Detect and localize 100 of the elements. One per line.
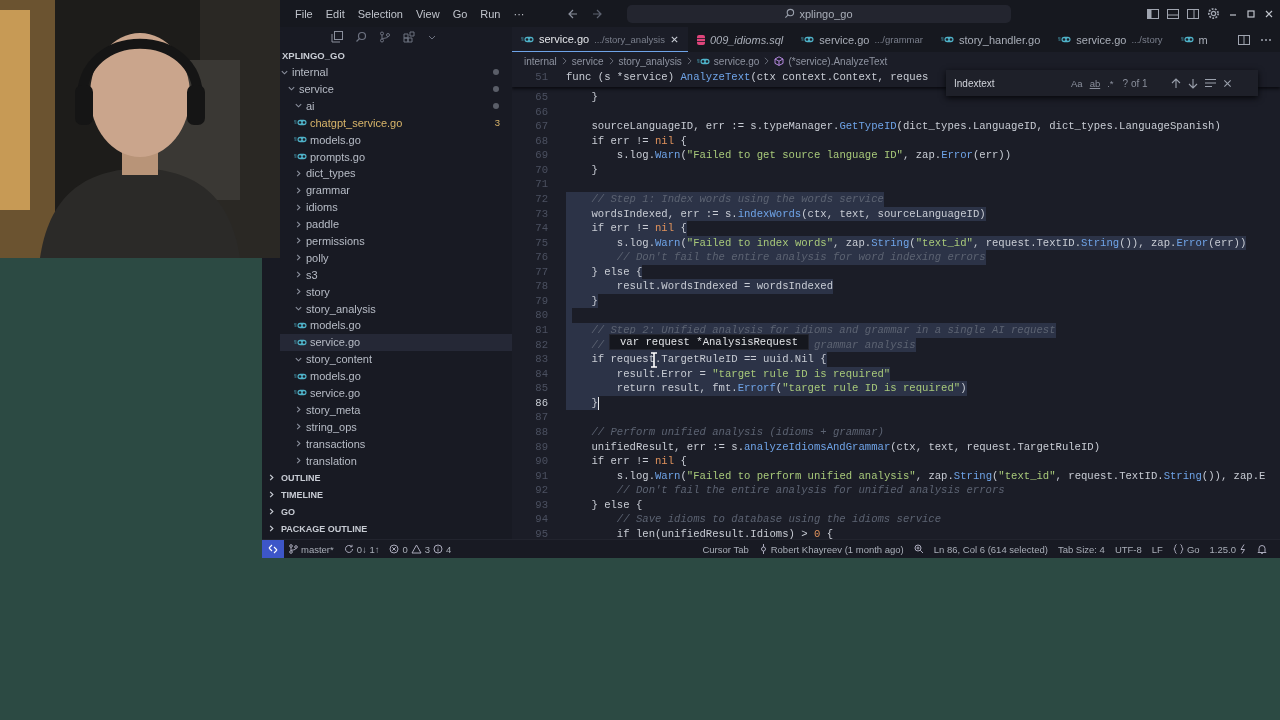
remote-button[interactable] — [262, 540, 284, 558]
status-item[interactable]: Cursor Tab — [697, 543, 754, 555]
explorer-folder[interactable]: story_meta — [280, 401, 512, 419]
explorer-go-source[interactable]: models.go — [280, 131, 512, 149]
explorer-folder[interactable]: story — [280, 283, 512, 301]
modified-dot — [493, 102, 499, 109]
panel-header[interactable]: PACKAGE OUTLINE — [262, 520, 512, 537]
code-line: s.log.Warn("Failed to get source language ID", zap.Error(err)) — [615, 148, 1012, 163]
bell-icon[interactable] — [1257, 544, 1267, 554]
arrow-down-icon[interactable] — [1187, 77, 1198, 89]
copy-icon[interactable] — [331, 30, 343, 43]
panel-header[interactable]: OUTLINE — [262, 469, 512, 486]
find-option-toggle[interactable]: Aa — [1071, 77, 1083, 89]
explorer-folder[interactable]: transactions — [280, 435, 512, 453]
extensions-icon[interactable] — [403, 30, 415, 43]
explorer-folder[interactable]: internal — [280, 63, 512, 81]
explorer-folder[interactable]: story_analysis — [280, 300, 512, 317]
modified-dot — [493, 69, 499, 76]
explorer-folder[interactable]: grammar — [280, 181, 512, 199]
breadcrumb-item[interactable]: service — [571, 55, 604, 67]
explorer-title[interactable]: XPLINGO_GO — [282, 46, 512, 64]
explorer-folder[interactable]: translation — [280, 452, 512, 469]
line-number: 86 — [534, 395, 549, 411]
code-line: if len(unifiedResult.Idioms) > 0 { — [615, 526, 833, 539]
branch-status[interactable]: master* — [284, 543, 339, 555]
back-arrow-icon[interactable] — [566, 7, 579, 20]
split-editor-icon[interactable] — [1238, 33, 1250, 46]
explorer-folder[interactable]: s3 — [280, 266, 512, 284]
explorer-go-source[interactable]: chatgpt_service.go 3 — [280, 114, 512, 132]
explorer-folder[interactable]: service — [280, 80, 512, 98]
status-item[interactable]: UTF-8 — [1109, 543, 1147, 555]
editor-tab[interactable]: m — [1171, 27, 1217, 52]
panel-header[interactable]: GO — [262, 503, 512, 520]
search-icon[interactable] — [355, 30, 367, 43]
git-blame-status[interactable]: Robert Khayreev (1 month ago) — [753, 543, 909, 555]
remote-icon — [268, 544, 278, 554]
cube-icon — [774, 56, 785, 66]
panel-toggle-icon[interactable] — [1167, 7, 1179, 20]
menu-item[interactable]: ··· — [513, 7, 525, 20]
chevron-right-icon — [560, 57, 568, 65]
close-icon[interactable] — [669, 34, 679, 44]
menu-item[interactable]: Selection — [357, 7, 403, 20]
find-option-toggle[interactable]: .* — [1107, 77, 1114, 89]
split-layout-icon[interactable] — [1187, 7, 1199, 20]
menu-item[interactable]: Run — [480, 7, 501, 20]
zoom-icon[interactable] — [913, 544, 924, 554]
sidebar-toggle-icon[interactable] — [1147, 7, 1159, 20]
forward-arrow-icon[interactable] — [590, 7, 603, 20]
go-file-icon — [294, 372, 307, 380]
find-field[interactable]: Indextext — [954, 77, 1064, 89]
explorer-folder[interactable]: story_content — [280, 350, 512, 368]
go-file-icon — [294, 119, 307, 127]
editor-tab[interactable]: 009_idioms.sql — [687, 27, 793, 52]
go-version-status[interactable]: 1.25.0 — [1204, 543, 1252, 555]
explorer-folder[interactable]: dict_types — [280, 164, 512, 182]
explorer-folder[interactable]: idioms — [280, 198, 512, 216]
problems-status[interactable]: 0 3 4 — [384, 543, 457, 555]
code-line: } else { — [590, 497, 643, 513]
settings-icon[interactable] — [1207, 7, 1220, 20]
editor-tab[interactable]: service.go .../story_analysis — [512, 27, 688, 52]
explorer-go-source[interactable]: models.go — [280, 367, 512, 385]
lines-icon[interactable] — [1204, 78, 1216, 88]
breadcrumb-item[interactable]: service.go — [713, 55, 760, 67]
close-icon[interactable] — [1222, 78, 1232, 88]
status-item[interactable]: Ln 86, Col 6 (614 selected) — [928, 543, 1053, 555]
breadcrumb-item[interactable]: (*service).AnalyzeText — [788, 55, 888, 67]
status-item[interactable]: Tab Size: 4 — [1052, 543, 1110, 555]
explorer-go-source[interactable]: service.go — [280, 384, 512, 402]
breadcrumb-item[interactable]: internal — [524, 55, 557, 67]
go-file-icon — [1058, 36, 1072, 43]
menu-item[interactable]: Go — [452, 7, 468, 20]
language-status[interactable]: Go — [1167, 543, 1205, 555]
breadcrumb-item[interactable]: story_analysis — [618, 55, 682, 67]
explorer-go-source[interactable]: models.go — [280, 317, 512, 334]
explorer-go-source[interactable]: service.go — [280, 333, 512, 351]
status-item[interactable]: LF — [1146, 543, 1168, 555]
command-search-field[interactable]: xplingo_go — [626, 4, 1011, 23]
explorer-go-source[interactable]: prompts.go — [280, 148, 512, 165]
find-option-toggle[interactable]: ab — [1089, 77, 1101, 89]
panel-header[interactable]: TIMELINE — [262, 486, 512, 503]
explorer-folder[interactable]: polly — [280, 249, 512, 267]
info-icon — [433, 544, 444, 554]
sync-status[interactable]: 0↓ 1↑ — [338, 543, 385, 555]
arrow-up-icon[interactable] — [1170, 77, 1181, 89]
go-file-icon — [940, 36, 954, 43]
explorer-folder[interactable]: paddle — [280, 215, 512, 233]
editor-tab[interactable]: story_handler.go — [931, 27, 1050, 52]
editor-tab[interactable]: service.go .../story — [1049, 27, 1172, 52]
explorer-folder[interactable]: permissions — [280, 232, 512, 250]
editor-tab[interactable]: service.go .../grammar — [792, 27, 932, 52]
line-number: 83 — [534, 352, 549, 367]
chevron-right-icon — [685, 57, 693, 65]
maximize-icon[interactable] — [1246, 8, 1256, 19]
menu-item[interactable]: View — [415, 7, 440, 20]
menu-item[interactable]: Edit — [325, 7, 345, 20]
source-control-icon[interactable] — [379, 30, 391, 43]
menu-item[interactable]: File — [295, 7, 313, 20]
explorer-folder[interactable]: string_ops — [280, 418, 512, 436]
explorer-folder[interactable]: ai — [280, 97, 512, 115]
close-icon[interactable] — [1264, 8, 1274, 19]
